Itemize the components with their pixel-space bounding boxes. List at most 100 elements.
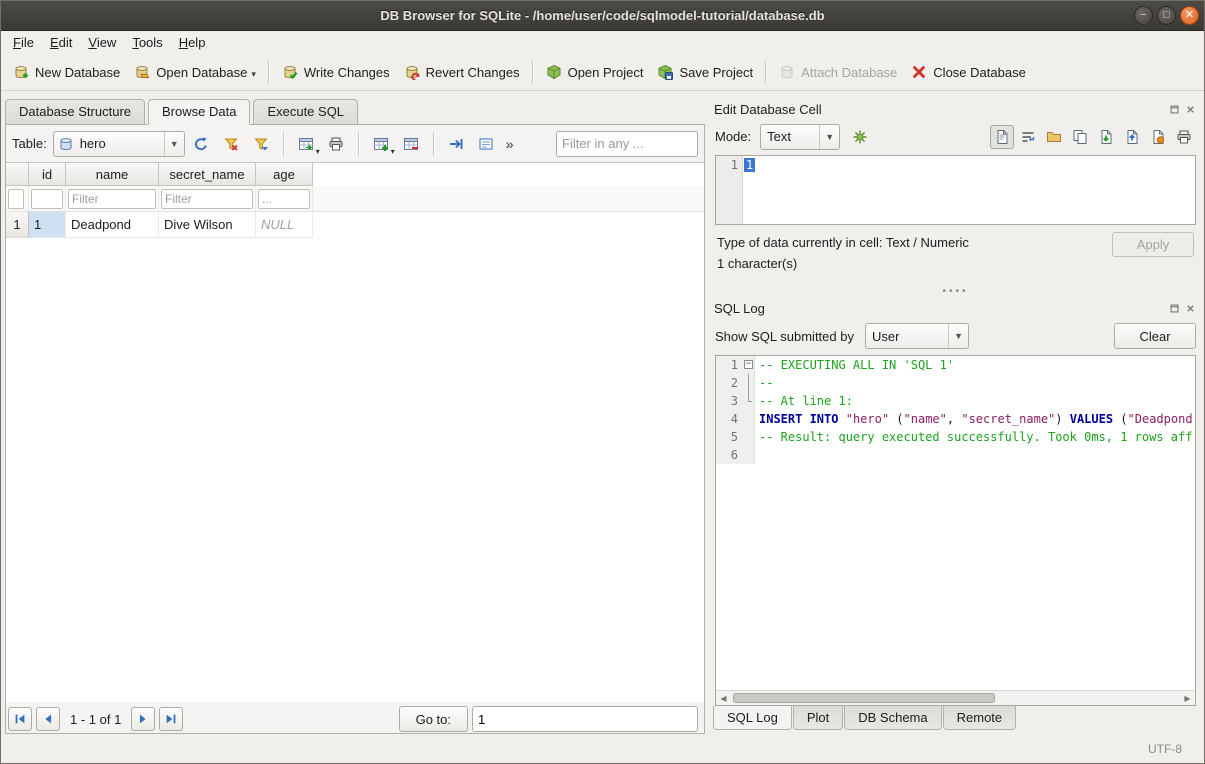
dock-close-icon[interactable] xyxy=(1184,103,1197,116)
cell-name[interactable]: Deadpond xyxy=(66,212,159,238)
revert-changes-button[interactable]: Revert Changes xyxy=(397,59,527,85)
row-header[interactable]: 1 xyxy=(6,212,29,238)
bottom-tab-sql-log[interactable]: SQL Log xyxy=(713,706,792,730)
first-record-button[interactable] xyxy=(8,707,32,731)
new-database-button[interactable]: New Database xyxy=(6,59,127,85)
refresh-button[interactable] xyxy=(188,131,215,157)
cell-editor[interactable]: 1 1 xyxy=(715,155,1196,225)
open-database-button[interactable]: Open Database▾ xyxy=(127,59,263,85)
print-table-button[interactable] xyxy=(323,131,350,157)
last-record-button[interactable] xyxy=(159,707,183,731)
filter-corner-input[interactable] xyxy=(8,189,24,209)
toolbar-separator xyxy=(283,132,285,156)
set-null-button[interactable] xyxy=(1146,125,1170,149)
bottom-tab-remote[interactable]: Remote xyxy=(943,706,1017,730)
export-file-button[interactable] xyxy=(1120,125,1144,149)
dock-float-icon[interactable] xyxy=(1168,302,1181,315)
print-cell-button[interactable] xyxy=(1172,125,1196,149)
toolbar-button-label: Open Project xyxy=(568,65,644,80)
cell-secret_name[interactable]: Dive Wilson xyxy=(159,212,256,238)
grid-corner[interactable] xyxy=(6,163,29,186)
jump-to-record-button[interactable] xyxy=(443,131,470,157)
filter-input-name[interactable] xyxy=(68,189,156,209)
column-header-secret_name[interactable]: secret_name xyxy=(159,163,256,186)
filter-input-age[interactable] xyxy=(258,189,310,209)
filter-input-secret_name[interactable] xyxy=(161,189,253,209)
dropdown-arrow-icon[interactable]: ▾ xyxy=(391,147,395,156)
insert-record-button[interactable]: ▾ xyxy=(368,131,395,157)
goto-button[interactable]: Go to: xyxy=(399,706,468,732)
fold-marker[interactable]: − xyxy=(742,356,755,374)
open-project-button[interactable]: Open Project xyxy=(539,59,651,85)
auto-format-icon xyxy=(852,129,868,145)
mode-select[interactable]: Text ▼ xyxy=(760,124,840,150)
goto-record-input[interactable] xyxy=(472,706,698,732)
dock-float-icon[interactable] xyxy=(1168,103,1181,116)
sql-source-select[interactable]: User ▼ xyxy=(865,323,969,349)
sql-log-line: 3-- At line 1: xyxy=(716,392,1195,410)
minimize-button[interactable]: − xyxy=(1134,6,1153,25)
tab-database-structure[interactable]: Database Structure xyxy=(5,99,145,125)
horizontal-scrollbar[interactable]: ◀ ▶ xyxy=(716,690,1195,705)
copy-cell-button[interactable] xyxy=(1068,125,1092,149)
text-mode-button[interactable] xyxy=(990,125,1014,149)
dock-close-icon[interactable] xyxy=(1184,302,1197,315)
scroll-right-icon[interactable]: ▶ xyxy=(1180,691,1195,705)
clear-filters-icon xyxy=(223,136,239,152)
column-header-name[interactable]: name xyxy=(66,163,159,186)
toolbar-overflow-chevron[interactable]: » xyxy=(503,136,517,152)
toolbar-button-label: Write Changes xyxy=(304,65,390,80)
column-header-age[interactable]: age xyxy=(256,163,313,186)
maximize-button[interactable]: □ xyxy=(1157,6,1176,25)
filter-input-id[interactable] xyxy=(31,189,63,209)
previous-record-button[interactable] xyxy=(36,707,60,731)
tab-browse-data[interactable]: Browse Data xyxy=(148,99,250,125)
menu-item-tools[interactable]: Tools xyxy=(124,33,170,52)
close-button[interactable]: ✕ xyxy=(1180,6,1199,25)
clear-filters-button[interactable] xyxy=(218,131,245,157)
cell-age[interactable]: NULL xyxy=(256,212,313,238)
tab-execute-sql[interactable]: Execute SQL xyxy=(253,99,358,125)
export-table-button[interactable]: ▾ xyxy=(293,131,320,157)
scrollbar-thumb[interactable] xyxy=(733,693,995,703)
write-changes-button[interactable]: Write Changes xyxy=(275,59,397,85)
clear-log-button[interactable]: Clear xyxy=(1114,323,1196,349)
menu-item-help[interactable]: Help xyxy=(171,33,214,52)
minimize-icon: − xyxy=(1140,10,1146,21)
scroll-left-icon[interactable]: ◀ xyxy=(716,691,731,705)
edit-cell-dock-header: Edit Database Cell xyxy=(711,99,1200,120)
menu-item-view[interactable]: View xyxy=(80,33,124,52)
menu-item-edit[interactable]: Edit xyxy=(42,33,80,52)
data-grid[interactable]: idnamesecret_nameage 11DeadpondDive Wils… xyxy=(6,162,704,702)
right-pane: Edit Database Cell Mode: Text ▼ 1 1 xyxy=(711,99,1200,734)
cell-editor-value[interactable]: 1 xyxy=(744,158,755,172)
cell-id[interactable]: 1 xyxy=(29,212,66,238)
sql-log-line: 4INSERT INTO "hero" ("name", "secret_nam… xyxy=(716,410,1195,428)
line-number: 6 xyxy=(716,446,742,464)
menu-item-file[interactable]: File xyxy=(5,33,42,52)
dropdown-arrow-icon[interactable]: ▾ xyxy=(251,69,256,80)
sql-log-title: SQL Log xyxy=(714,301,765,316)
apply-button[interactable]: Apply xyxy=(1112,232,1194,257)
dropdown-arrow-icon[interactable]: ▾ xyxy=(316,147,320,156)
bottom-tab-plot[interactable]: Plot xyxy=(793,706,843,730)
delete-record-button[interactable] xyxy=(398,131,425,157)
filter-options-button[interactable] xyxy=(248,131,275,157)
edit-record-button[interactable] xyxy=(473,131,500,157)
open-file-button[interactable] xyxy=(1042,125,1066,149)
column-header-id[interactable]: id xyxy=(29,163,66,186)
auto-format-button[interactable] xyxy=(846,124,873,150)
filter-any-input[interactable] xyxy=(556,131,698,157)
sql-log-area[interactable]: 1−-- EXECUTING ALL IN 'SQL 1'2--3-- At l… xyxy=(715,355,1196,706)
open-file-icon xyxy=(1046,129,1062,145)
bottom-tab-db-schema[interactable]: DB Schema xyxy=(844,706,941,730)
close-database-button[interactable]: Close Database xyxy=(904,59,1033,85)
next-record-button[interactable] xyxy=(131,707,155,731)
titlebar[interactable]: DB Browser for SQLite - /home/user/code/… xyxy=(1,1,1204,31)
word-wrap-button[interactable] xyxy=(1016,125,1040,149)
fold-marker xyxy=(742,428,755,446)
table-select[interactable]: hero ▼ xyxy=(53,131,185,157)
import-file-button[interactable] xyxy=(1094,125,1118,149)
dock-splitter-handle[interactable]: •••• xyxy=(711,285,1200,298)
save-project-button[interactable]: Save Project xyxy=(650,59,760,85)
